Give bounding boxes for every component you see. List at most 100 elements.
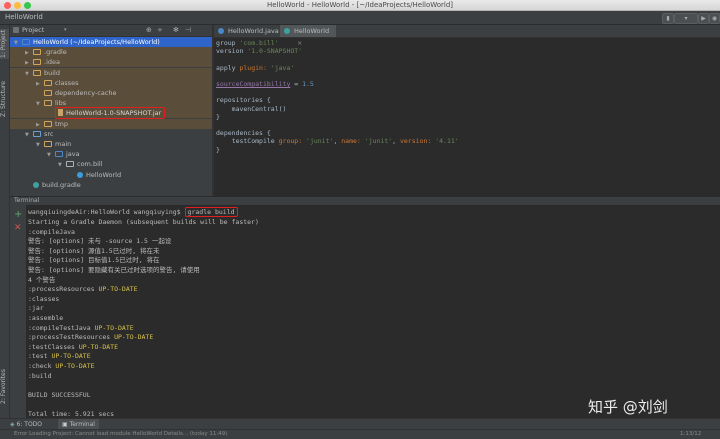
tree-item[interactable]: ▼ java (10, 149, 212, 159)
tree-item-label: build (44, 68, 60, 77)
structure-tool-tab[interactable]: Z: Structure (0, 75, 9, 123)
close-icon[interactable]: × (297, 39, 302, 47)
tree-item[interactable]: ▼ src (10, 129, 212, 139)
close-session-icon[interactable]: ✕ (14, 223, 22, 233)
terminal-token: UP-TO-DATE (55, 362, 95, 370)
tree-item-label: build.gradle (42, 180, 81, 189)
code-token: group: (278, 137, 307, 146)
tab-build-gradle[interactable]: HelloWorld × (280, 25, 336, 47)
scroll-from-source-icon[interactable]: ÷ (157, 25, 163, 36)
sync-icon[interactable]: ⊕ (146, 25, 152, 36)
tree-item[interactable]: ▼ HelloWorld (~/IdeaProjects/HelloWorld) (10, 37, 212, 47)
tree-item[interactable]: ▶ tmp (10, 118, 212, 129)
code-token: 'junit' (306, 137, 334, 146)
terminal-line: :build (28, 372, 51, 380)
terminal-token: Total time: 5.921 secs (28, 410, 115, 418)
run-config-dropdown[interactable]: ▾ (674, 13, 698, 24)
folder-icon (33, 59, 41, 66)
code-line: testCompile group: 'junit', name: 'junit… (216, 137, 459, 145)
gradle-icon (33, 181, 39, 188)
folder-icon (66, 161, 74, 168)
tree-item[interactable]: dependency-cache (10, 88, 212, 98)
code-line: dependencies { (216, 129, 271, 137)
code-token: '4.11' (435, 137, 459, 146)
tree-item[interactable]: ▼ build (10, 67, 212, 78)
terminal-token: :build (28, 371, 52, 380)
hide-panel-icon[interactable]: ⊣ (185, 25, 191, 36)
navigation-bar: HelloWorld ▮ ▾ ▶ ◉ (0, 11, 720, 25)
new-session-icon[interactable]: + (14, 209, 22, 220)
code-token: } (216, 112, 220, 121)
tree-item[interactable]: ▶ .idea (10, 57, 212, 68)
tree-item[interactable]: build.gradle (10, 180, 212, 190)
terminal-token: UP-TO-DATE (98, 285, 138, 294)
terminal-token: :classes (28, 294, 60, 303)
terminal-tab-label: Terminal (69, 421, 95, 428)
build-icon[interactable]: ▮ (662, 13, 674, 24)
tree-item[interactable]: ▶ .gradle (10, 47, 212, 58)
terminal-token: BUILD SUCCESSFUL (28, 390, 91, 399)
code-token: testCompile (216, 137, 279, 146)
project-panel: Project ▾ ⊕ ÷ ✻ ⊣ ▼ HelloWorld (~/IdeaPro… (10, 25, 212, 196)
project-tool-tab[interactable]: 1: Project (0, 29, 9, 59)
code-line: version '1.0-SNAPSHOT' (216, 47, 302, 55)
gear-icon[interactable]: ✻ (173, 25, 179, 36)
terminal-token: :test (28, 352, 52, 361)
terminal-line: :assemble (28, 314, 63, 322)
code-token: apply (216, 63, 240, 72)
folder-icon (22, 39, 30, 45)
tab-helloworld-java[interactable]: HelloWorld.java (214, 25, 279, 37)
favorites-tool-tab[interactable]: 2: Favorites (0, 365, 9, 409)
terminal-token: :check (28, 362, 56, 370)
breadcrumb[interactable]: HelloWorld (5, 11, 43, 24)
java-class-icon (218, 28, 224, 34)
terminal-token: 警告: [options] 源值1.5已过时, 将在未 (28, 246, 160, 255)
code-line: sourceCompatibility = 1.5 (216, 80, 314, 88)
code-token: 'com.bill' (239, 39, 279, 47)
terminal-token: :processTestResources (28, 333, 115, 342)
tab-label: HelloWorld.java (228, 27, 279, 35)
terminal-line: 4 个警告 (28, 276, 55, 284)
code-line: } (216, 113, 220, 121)
terminal-toolbar: + ✕ (10, 205, 26, 428)
terminal-token: UP-TO-DATE (78, 342, 119, 351)
code-token: mavenCentral() (216, 104, 287, 113)
run-icon[interactable]: ▶ (698, 13, 709, 24)
terminal-token: 警告: [options] 未与 -source 1.5 一起设 (28, 237, 172, 246)
folder-icon (44, 120, 52, 127)
terminal-line: :testClasses UP-TO-DATE (28, 343, 118, 351)
terminal-token: :assemble (28, 314, 64, 322)
highlight-box: HelloWorld-1.0-SNAPSHOT.jar (55, 107, 166, 120)
folder-icon (44, 90, 52, 96)
left-tool-stripe: 1: Project Z: Structure 2: Favorites (0, 25, 10, 428)
tree-item-label: classes (55, 78, 79, 87)
tree-item[interactable]: ▼ com.bill (10, 159, 212, 169)
tree-item-label: com.bill (77, 160, 103, 169)
folder-icon (44, 141, 52, 147)
folder-icon (44, 79, 52, 86)
code-line: group 'com.bill' (216, 39, 279, 47)
terminal-line: :test UP-TO-DATE (28, 352, 91, 360)
watermark-text: 知乎 @刘剑 (588, 398, 668, 416)
tree-item[interactable]: ▶ classes (10, 77, 212, 88)
tree-item[interactable]: HelloWorld (10, 170, 212, 180)
terminal-line: :processResources UP-TO-DATE (28, 285, 138, 293)
terminal-line: 警告: [options] 未与 -source 1.5 一起设 (28, 237, 171, 245)
terminal-icon: ▣ (62, 421, 68, 428)
terminal-panel: Terminal + ✕ wangqiuingdeAir:HelloWorld … (10, 197, 720, 428)
terminal-token: :compileJava (28, 227, 75, 236)
tree-item-label: dependency-cache (55, 89, 117, 97)
debug-icon[interactable]: ◉ (709, 13, 720, 24)
code-token: 'junit' (364, 137, 393, 146)
jar-icon (58, 109, 63, 117)
terminal-token: UP-TO-DATE (114, 333, 154, 342)
code-line: mavenCentral() (216, 104, 287, 113)
todo-tab-label: 6: TODO (16, 421, 43, 428)
tree-item[interactable]: ▼ main (10, 139, 212, 149)
chevron-down-icon[interactable]: ▾ (64, 25, 67, 36)
project-view-selector[interactable]: Project (22, 25, 44, 36)
terminal-token: 警告: [options] 目标值1.5已过时, 将在 (28, 256, 160, 265)
code-token: sourceCompatibility (216, 80, 291, 88)
tree-item[interactable]: HelloWorld-1.0-SNAPSHOT.jar (10, 107, 212, 120)
folder-icon (44, 100, 52, 107)
